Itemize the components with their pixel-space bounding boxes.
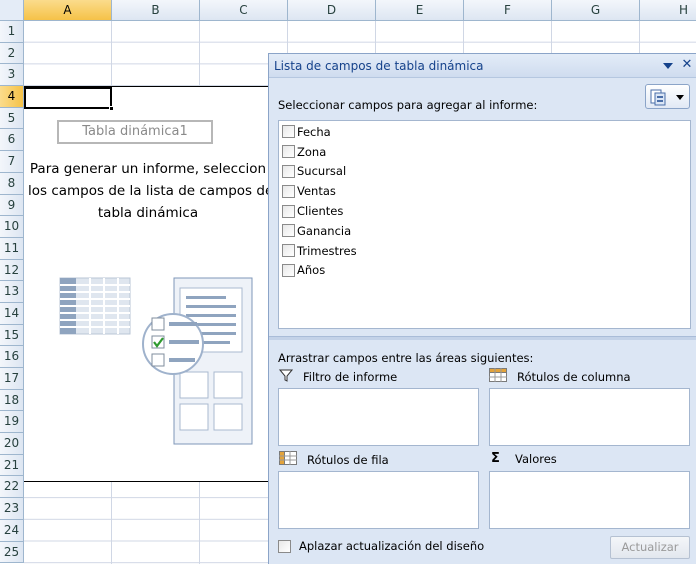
row-header[interactable]: 3	[0, 64, 24, 87]
field-item-clientes[interactable]: Clientes	[279, 201, 690, 221]
row-header[interactable]: 22	[0, 476, 24, 499]
fill-handle[interactable]	[109, 106, 114, 111]
column-header-a[interactable]: A	[24, 0, 112, 21]
pane-splitter[interactable]	[269, 336, 696, 340]
row-header[interactable]: 12	[0, 259, 24, 282]
field-list[interactable]: Fecha Zona Sucursal Ventas Clientes Gana…	[278, 120, 691, 329]
row-header[interactable]: 2	[0, 42, 24, 65]
column-labels-area[interactable]	[489, 388, 690, 446]
values-label: Valores	[515, 451, 557, 466]
row-header[interactable]: 25	[0, 541, 24, 564]
select-fields-label: Seleccionar campos para agregar al infor…	[278, 98, 538, 112]
row-header[interactable]: 14	[0, 302, 24, 325]
row-header[interactable]: 1	[0, 21, 24, 43]
grid-columns-icon	[489, 368, 507, 385]
report-filter-area[interactable]	[278, 388, 479, 446]
field-label: Ventas	[297, 184, 336, 199]
field-item-ganancia[interactable]: Ganancia	[279, 221, 690, 241]
defer-update-label: Aplazar actualización del diseño	[299, 539, 485, 553]
row-header[interactable]: 10	[0, 216, 24, 238]
field-checkbox[interactable]	[282, 164, 295, 178]
values-area[interactable]	[489, 471, 690, 529]
row-header[interactable]: 5	[0, 107, 24, 130]
pivot-instructions-line2: los campos de la lista de campos de	[28, 183, 268, 199]
row-header[interactable]: 23	[0, 498, 24, 520]
field-label: Trimestres	[297, 243, 357, 258]
field-checkbox[interactable]	[282, 145, 295, 159]
row-labels-header: Rótulos de fila	[279, 451, 389, 468]
column-header-c[interactable]: C	[200, 0, 288, 21]
row-header[interactable]: 16	[0, 346, 24, 368]
update-button[interactable]: Actualizar	[610, 536, 690, 559]
field-item-ventas[interactable]: Ventas	[279, 181, 690, 201]
field-checkbox[interactable]	[282, 244, 295, 258]
field-label: Años	[297, 263, 326, 278]
row-header[interactable]: 11	[0, 237, 24, 260]
field-checkbox[interactable]	[282, 204, 295, 218]
field-item-trimestres[interactable]: Trimestres	[279, 241, 690, 261]
row-labels-area[interactable]	[278, 471, 479, 529]
drag-fields-label: Arrastrar campos entre las áreas siguien…	[278, 351, 534, 365]
row-header[interactable]: 8	[0, 172, 24, 195]
field-label: Fecha	[297, 124, 331, 139]
row-header[interactable]: 17	[0, 368, 24, 390]
field-checkbox[interactable]	[282, 125, 295, 139]
column-header-b[interactable]: B	[112, 0, 200, 21]
pivot-instructions-line3: tabla dinámica	[97, 205, 199, 221]
funnel-icon	[278, 368, 294, 385]
pivot-table-name: Tabla dinámica1	[57, 120, 213, 144]
select-all-corner[interactable]	[0, 0, 24, 21]
defer-update-checkbox[interactable]	[278, 539, 291, 553]
sigma-icon: Σ	[491, 451, 500, 466]
row-header[interactable]: 6	[0, 129, 24, 152]
column-headers: A B C D E F G H	[24, 0, 696, 21]
field-checkbox[interactable]	[282, 224, 295, 238]
field-label: Sucursal	[297, 164, 347, 179]
triangle-down-icon[interactable]	[662, 60, 674, 72]
row-header[interactable]: 20	[0, 433, 24, 455]
pane-title-bar[interactable]: Lista de campos de tabla dinámica ✕	[269, 54, 696, 78]
close-icon[interactable]: ✕	[680, 57, 694, 73]
row-headers: 1 2 3 4 5 6 7 8 9 10 11 12 13 14 15 16 1…	[0, 21, 24, 564]
row-header[interactable]: 13	[0, 281, 24, 303]
layout-options-icon	[650, 88, 686, 109]
field-checkbox[interactable]	[282, 184, 295, 198]
row-header[interactable]: 9	[0, 194, 24, 217]
row-header[interactable]: 15	[0, 324, 24, 347]
column-labels-label: Rótulos de columna	[517, 369, 631, 384]
row-labels-label: Rótulos de fila	[307, 452, 389, 467]
field-item-anos[interactable]: Años	[279, 261, 690, 281]
pivot-instructions-line1: Para generar un informe, seleccion	[29, 161, 267, 177]
field-label: Zona	[297, 144, 327, 159]
column-labels-header: Rótulos de columna	[489, 368, 631, 385]
defer-update-row[interactable]: Aplazar actualización del diseño	[278, 539, 484, 553]
field-label: Ganancia	[297, 223, 352, 238]
column-header-d[interactable]: D	[288, 0, 376, 21]
report-filter-header: Filtro de informe	[278, 368, 398, 385]
field-item-zona[interactable]: Zona	[279, 142, 690, 162]
field-label: Clientes	[297, 204, 344, 219]
grid-rows-icon	[279, 451, 297, 468]
column-header-f[interactable]: F	[464, 0, 552, 21]
row-header[interactable]: 24	[0, 519, 24, 542]
pivot-instructions: Para generar un informe, seleccion los c…	[28, 158, 268, 224]
pivot-illustration-icon	[56, 272, 256, 450]
column-header-g[interactable]: G	[552, 0, 640, 21]
row-header[interactable]: 18	[0, 389, 24, 412]
values-header: Σ Valores	[491, 451, 557, 466]
row-header-selected[interactable]: 4	[0, 86, 24, 108]
field-checkbox[interactable]	[282, 263, 295, 277]
report-filter-label: Filtro de informe	[303, 369, 398, 384]
field-item-fecha[interactable]: Fecha	[279, 122, 690, 142]
row-header[interactable]: 7	[0, 151, 24, 173]
pivot-field-list-pane: Lista de campos de tabla dinámica ✕ Sele…	[268, 53, 696, 564]
field-item-sucursal[interactable]: Sucursal	[279, 162, 690, 182]
column-header-e[interactable]: E	[376, 0, 464, 21]
pane-title: Lista de campos de tabla dinámica	[274, 59, 484, 73]
row-header[interactable]: 19	[0, 411, 24, 434]
row-header[interactable]: 21	[0, 454, 24, 477]
active-cell-a4[interactable]	[24, 87, 112, 109]
column-header-h[interactable]: H	[640, 0, 696, 21]
layout-options-button[interactable]	[645, 84, 690, 109]
